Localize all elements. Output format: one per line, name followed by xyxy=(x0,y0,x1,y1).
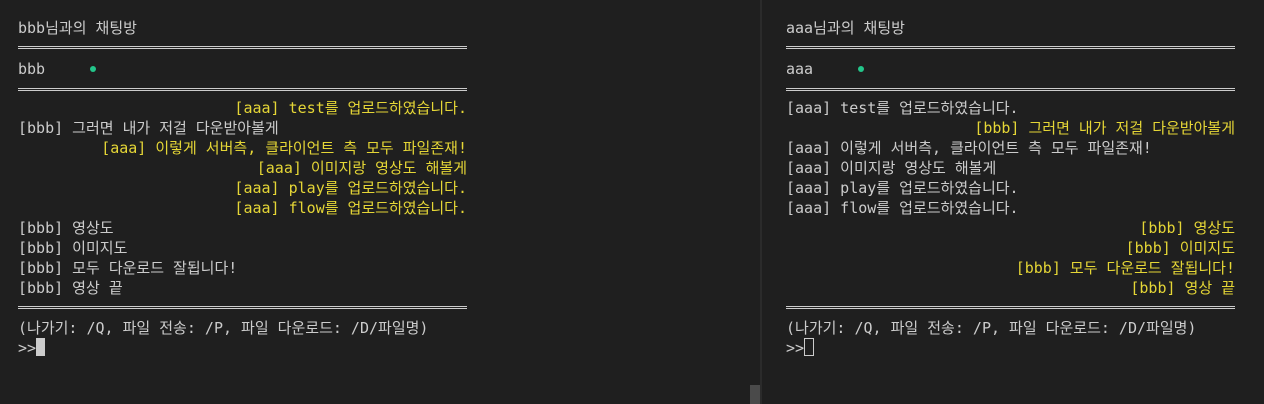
separator xyxy=(786,88,1235,91)
chat-message: [aaa] test를 업로드하였습니다. xyxy=(234,99,467,117)
chat-message: [aaa] 이렇게 서버측, 클라이언트 측 모두 파일존재! xyxy=(786,139,1152,157)
peer-name: aaa xyxy=(786,60,814,78)
chat-message: [aaa] 이미지랑 영상도 해볼게 xyxy=(786,159,997,177)
chat-message: [bbb] 영상도 xyxy=(18,219,114,237)
peer-name: bbb xyxy=(18,60,46,78)
chat-message: [aaa] 이미지랑 영상도 해볼게 xyxy=(256,159,467,177)
chat-message: [bbb] 모두 다운로드 잘됩니다! xyxy=(18,259,238,277)
chat-message: [bbb] 이미지도 xyxy=(18,239,128,257)
chat-message: [bbb] 영상 끝 xyxy=(1130,279,1235,297)
separator xyxy=(18,88,467,91)
chat-message: [bbb] 영상 끝 xyxy=(18,279,123,297)
command-input-line[interactable]: >> xyxy=(18,338,46,358)
scrollbar-thumb[interactable] xyxy=(750,385,760,404)
terminal-pane-right: aaa님과의 채팅방 aaa [aaa] test를 업로드하였습니다. [bb… xyxy=(762,0,1264,404)
terminal-pane-left: bbb님과의 채팅방 bbb [aaa] test를 업로드하였습니다. [bb… xyxy=(0,0,760,404)
chat-message: [aaa] flow를 업로드하였습니다. xyxy=(234,199,467,217)
chat-message: [aaa] flow를 업로드하였습니다. xyxy=(786,199,1019,217)
separator xyxy=(786,306,1235,309)
chat-message: [aaa] play를 업로드하였습니다. xyxy=(234,179,467,197)
prompt-symbol: >> xyxy=(786,339,805,357)
chat-message: [bbb] 이미지도 xyxy=(1125,239,1235,257)
chat-message: [bbb] 영상도 xyxy=(1139,219,1235,237)
prompt-symbol: >> xyxy=(18,339,37,357)
text-cursor xyxy=(36,338,46,356)
online-status-dot-icon xyxy=(858,66,864,72)
online-status-dot-icon xyxy=(90,66,96,72)
chat-message: [aaa] test를 업로드하였습니다. xyxy=(786,99,1019,117)
chat-message: [aaa] play를 업로드하였습니다. xyxy=(786,179,1019,197)
separator xyxy=(18,306,467,309)
chat-message: [bbb] 그러면 내가 저걸 다운받아볼게 xyxy=(18,119,279,137)
command-help-text: (나가기: /Q, 파일 전송: /P, 파일 다운로드: /D/파일명) xyxy=(18,319,429,337)
command-help-text: (나가기: /Q, 파일 전송: /P, 파일 다운로드: /D/파일명) xyxy=(786,319,1197,337)
command-input-line[interactable]: >> xyxy=(786,338,815,358)
chat-message: [aaa] 이렇게 서버측, 클라이언트 측 모두 파일존재! xyxy=(101,139,467,157)
chat-message: [bbb] 그러면 내가 저걸 다운받아볼게 xyxy=(974,119,1235,137)
separator xyxy=(786,46,1235,49)
separator xyxy=(18,46,467,49)
chat-room-title: aaa님과의 채팅방 xyxy=(786,19,905,37)
chat-message: [bbb] 모두 다운로드 잘됩니다! xyxy=(1015,259,1235,277)
chat-room-title: bbb님과의 채팅방 xyxy=(18,19,137,37)
text-cursor xyxy=(804,338,815,356)
